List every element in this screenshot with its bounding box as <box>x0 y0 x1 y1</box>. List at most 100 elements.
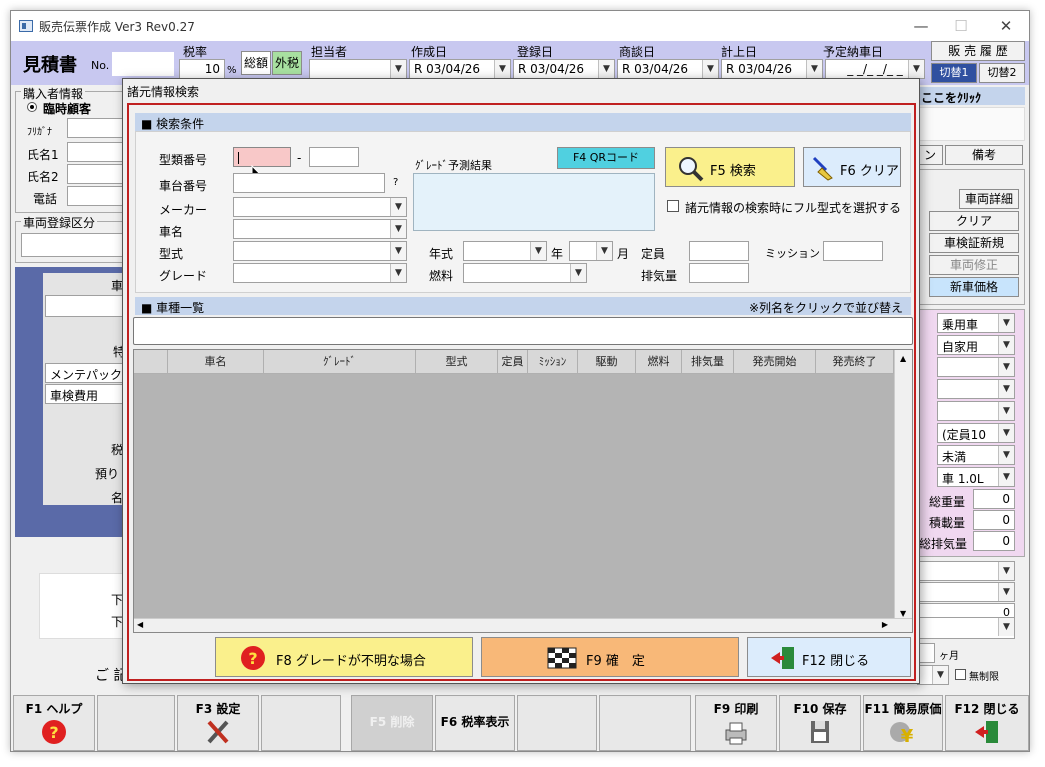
total-weight-input[interactable]: 0 <box>973 489 1015 509</box>
col-mission[interactable]: ﾐｯｼｮﾝ <box>528 350 578 374</box>
staff-combo[interactable]: ▼ <box>309 59 407 79</box>
recorded-date[interactable]: R 03/04/26 ▼ <box>721 59 823 79</box>
vehicle-detail-button[interactable]: 車両詳細 <box>959 189 1019 209</box>
month-combo[interactable]: ▼ <box>569 241 613 261</box>
vehicle-grid[interactable]: 車名 ｸﾞﾚｰﾄﾞ 型式 定員 ﾐｯｼｮﾝ 駆動 燃料 排気量 発売開始 発売終… <box>133 349 913 633</box>
right-clear-button[interactable]: クリア <box>929 211 1019 231</box>
col-car-name[interactable]: 車名 <box>168 350 264 374</box>
f5-delete-button[interactable]: F5 削除 <box>351 695 433 751</box>
radio-temp[interactable] <box>27 102 37 112</box>
maximize-button[interactable]: ☐ <box>941 15 981 37</box>
sales-history-button[interactable]: 販 売 履 歴 <box>931 41 1025 61</box>
name2-input[interactable] <box>67 164 123 184</box>
grid-hscrollbar[interactable]: ◀ ▶ <box>134 618 912 632</box>
f4-empty-button[interactable] <box>261 695 341 751</box>
tax-exclusive-button[interactable]: 外税 <box>272 51 302 75</box>
type-no-input-2[interactable] <box>309 147 359 167</box>
grid-vscrollbar[interactable]: ▲ ▼ <box>894 350 912 620</box>
list-filter-bar[interactable] <box>133 317 913 345</box>
created-date[interactable]: R 03/04/26 ▼ <box>409 59 511 79</box>
tab-n[interactable]: ン <box>917 145 943 165</box>
capacity-input[interactable] <box>689 241 749 261</box>
col-drive[interactable]: 駆動 <box>578 350 636 374</box>
f10-save-button[interactable]: F10 保存 <box>779 695 861 751</box>
model-combo[interactable]: ▼ <box>233 241 407 261</box>
registered-date[interactable]: R 03/04/26 ▼ <box>513 59 615 79</box>
reg-class-input[interactable] <box>21 233 125 257</box>
use-combo[interactable]: 乗用車 ▼ <box>937 313 1015 333</box>
col-model[interactable]: 型式 <box>416 350 498 374</box>
unlimited-checkbox[interactable] <box>955 669 966 680</box>
f6-tax-display-button[interactable]: F6 税率表示 <box>435 695 515 751</box>
load-input[interactable]: 0 <box>973 510 1015 530</box>
year-combo[interactable]: ▼ <box>463 241 547 261</box>
search-button[interactable]: F5 検索 <box>665 147 795 187</box>
dialog-close-button[interactable]: F12 閉じる <box>747 637 911 677</box>
col-capacity[interactable]: 定員 <box>498 350 528 374</box>
right-combo-4[interactable]: ▼ <box>937 379 1015 399</box>
inspection-fee-field[interactable]: 車検費用 <box>45 384 125 404</box>
vehicle-edit-button[interactable]: 車両修正 <box>929 255 1019 275</box>
name1-input[interactable] <box>67 142 123 162</box>
switch1-button[interactable]: 切替1 <box>931 63 977 83</box>
right-combo-5[interactable]: ▼ <box>937 401 1015 421</box>
car-name-combo[interactable]: ▼ <box>233 219 407 239</box>
month-unit: 月 <box>617 247 630 261</box>
new-car-price-button[interactable]: 新車価格 <box>929 277 1019 297</box>
window-title: 販売伝票作成 Ver3 Rev0.27 <box>39 20 195 34</box>
right-combo-6[interactable]: ▼ <box>917 561 1015 581</box>
f12-close-button[interactable]: F12 閉じる <box>945 695 1029 751</box>
right-combo-3[interactable]: ▼ <box>937 357 1015 377</box>
close-button[interactable]: ✕ <box>986 15 1026 37</box>
displacement-input[interactable]: 0 <box>973 531 1015 551</box>
private-combo[interactable]: 自家用 ▼ <box>937 335 1015 355</box>
f1-help-button[interactable]: F1 ヘルプ ? <box>13 695 95 751</box>
phone-input[interactable] <box>67 186 123 206</box>
col-release-end[interactable]: 発売終了 <box>816 350 894 374</box>
type-no-input[interactable] <box>233 147 291 167</box>
f7-empty-button[interactable] <box>517 695 597 751</box>
f2-empty-button[interactable] <box>97 695 175 751</box>
list-section-title: ■ 車種一覧 <box>141 301 205 315</box>
doc-number-input[interactable] <box>111 51 175 77</box>
col-displacement[interactable]: 排気量 <box>682 350 734 374</box>
chassis-input[interactable] <box>233 173 385 193</box>
switch2-button[interactable]: 切替2 <box>979 63 1025 83</box>
tax-rate-input[interactable]: 10 <box>179 59 225 79</box>
col-release-start[interactable]: 発売開始 <box>734 350 816 374</box>
left-field-1[interactable] <box>45 295 125 317</box>
click-here-bar[interactable]: ここをｸﾘｯｸ <box>917 87 1025 105</box>
f3-settings-button[interactable]: F3 設定 <box>177 695 259 751</box>
f8-empty-button[interactable] <box>599 695 691 751</box>
qr-code-button[interactable]: F4 QRコード <box>557 147 655 169</box>
under-combo[interactable]: 未満 ▼ <box>937 445 1015 465</box>
inspection-new-button[interactable]: 車検証新規 <box>929 233 1019 253</box>
minimize-button[interactable]: — <box>901 15 941 37</box>
confirm-button[interactable]: F9 確 定 <box>481 637 739 677</box>
maker-combo[interactable]: ▼ <box>233 197 407 217</box>
maint-pack-field[interactable]: メンテパック <box>45 363 125 383</box>
right-combo-7[interactable]: ▼ <box>917 582 1015 602</box>
clear-button[interactable]: F6 クリア <box>803 147 901 187</box>
capacity-combo[interactable]: (定員10 ▼ <box>937 423 1015 443</box>
furigana-input[interactable] <box>67 118 123 138</box>
delivery-date[interactable]: _ _/_ _/_ _ ▼ <box>825 59 925 79</box>
f9-print-button[interactable]: F9 印刷 <box>695 695 777 751</box>
negotiated-date[interactable]: R 03/04/26 ▼ <box>617 59 719 79</box>
scroll-up-icon: ▲ <box>900 354 907 363</box>
f11-simple-cost-button[interactable]: F11 簡易原価 ¥ <box>863 695 943 751</box>
unknown-grade-button[interactable]: ? F8 グレードが不明な場合 <box>215 637 473 677</box>
fullmodel-checkbox[interactable] <box>667 200 679 212</box>
engine-combo[interactable]: 車 1.0L ▼ <box>937 467 1015 487</box>
mission-input[interactable] <box>823 241 883 261</box>
tab-notes[interactable]: 備考 <box>945 145 1023 165</box>
displacement-input[interactable] <box>689 263 749 283</box>
col-grade[interactable]: ｸﾞﾚｰﾄﾞ <box>264 350 416 374</box>
fuel-combo[interactable]: ▼ <box>463 263 587 283</box>
right-combo-9[interactable]: ▼ <box>917 665 949 685</box>
right-combo-8[interactable]: ▼ <box>917 617 1015 639</box>
grade-combo[interactable]: ▼ <box>233 263 407 283</box>
tax-total-button[interactable]: 総額 <box>241 51 271 75</box>
col-fuel[interactable]: 燃料 <box>636 350 682 374</box>
chevron-down-icon: ▼ <box>998 446 1014 464</box>
